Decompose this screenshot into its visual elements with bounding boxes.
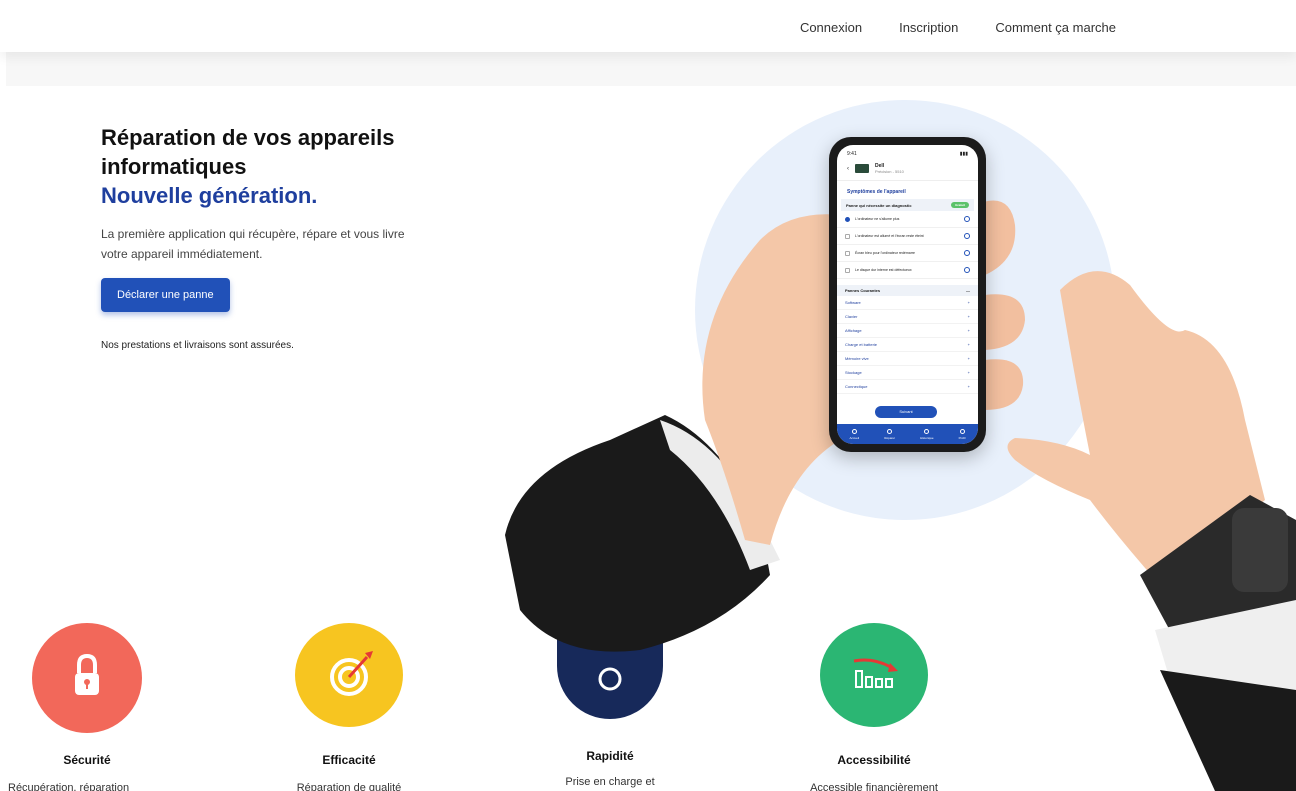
symptom-checkbox[interactable]	[845, 250, 850, 256]
category-item[interactable]: Connectique +	[837, 380, 978, 394]
symptom-item[interactable]: Écran bleu pour l'ordinateur redémarre	[837, 245, 978, 262]
tab-profile[interactable]: Profil	[958, 428, 966, 440]
tab-home[interactable]: Accueil	[849, 428, 860, 440]
tab-label: Réparer	[884, 435, 896, 440]
diagnostic-bar: Panne qui nécessite un diagnostic Gratui…	[841, 199, 974, 211]
symptom-item[interactable]: L'ordinateur est allumé et l'écran reste…	[837, 228, 978, 245]
tab-label: Historique	[920, 435, 934, 440]
category-item[interactable]: Affichage +	[837, 324, 978, 338]
plus-icon: +	[967, 328, 970, 333]
phone-tab-bar: Accueil Réparer Historique Profil	[837, 424, 978, 444]
device-row: ‹ Dell Précision - 5510	[837, 157, 978, 180]
phone-screen: 9:41 ▮▮▮ ‹ Dell Précision - 5510 Symptôm…	[837, 145, 978, 444]
top-navigation: Connexion Inscription Comment ça marche	[0, 0, 1296, 52]
nav-links: Connexion Inscription Comment ça marche	[800, 20, 1116, 35]
collapse-icon[interactable]: —	[966, 288, 970, 293]
plus-icon: +	[967, 300, 970, 305]
symptom-text: Le disque dur interne est défectueux	[855, 268, 912, 272]
symptom-item[interactable]: Le disque dur interne est défectueux	[837, 262, 978, 279]
plus-icon: +	[967, 356, 970, 361]
help-icon[interactable]	[964, 267, 970, 273]
category-item[interactable]: Charge et batterie +	[837, 338, 978, 352]
plus-icon: +	[967, 314, 970, 319]
home-icon	[851, 428, 857, 434]
category-label: Clavier	[845, 314, 858, 319]
symptom-text: L'ordinateur ne s'allume plus	[855, 217, 900, 221]
diagnostic-label: Panne qui nécessite un diagnostic	[846, 202, 912, 208]
tab-repair[interactable]: Réparer	[884, 428, 896, 440]
hands-holding-phone-illustration	[505, 200, 1296, 791]
phone-status-bar: 9:41 ▮▮▮	[837, 145, 978, 157]
category-item[interactable]: Mémoire vive +	[837, 352, 978, 366]
category-item[interactable]: Stockage +	[837, 366, 978, 380]
right-hand-illustration	[1007, 271, 1296, 791]
common-breakdowns-title: Pannes Courantes	[845, 288, 881, 293]
symptoms-section-title: Symptômes de l'appareil	[837, 180, 978, 199]
category-label: Mémoire vive	[845, 356, 869, 361]
help-icon[interactable]	[964, 250, 970, 256]
help-icon[interactable]	[964, 216, 970, 222]
plus-icon: +	[967, 370, 970, 375]
symptom-checkbox[interactable]	[845, 216, 850, 222]
help-icon[interactable]	[964, 233, 970, 239]
category-label: Software	[845, 300, 861, 305]
tab-history[interactable]: Historique	[920, 428, 934, 440]
tab-label: Profil	[958, 435, 966, 440]
nav-link-how-it-works[interactable]: Comment ça marche	[995, 20, 1116, 35]
diagnostic-pill: Gratuit	[951, 202, 969, 208]
symptom-checkbox[interactable]	[845, 233, 850, 239]
signal-battery-icon: ▮▮▮	[959, 151, 968, 157]
category-item[interactable]: Software +	[837, 296, 978, 310]
tab-label: Accueil	[849, 435, 860, 440]
user-icon	[959, 428, 965, 434]
category-label: Charge et batterie	[845, 342, 878, 347]
history-icon	[924, 428, 930, 434]
category-item[interactable]: Clavier +	[837, 310, 978, 324]
category-label: Connectique	[845, 384, 868, 389]
wrench-icon	[887, 428, 893, 434]
plus-icon: +	[967, 384, 970, 389]
next-button[interactable]: Suivant	[875, 406, 937, 418]
symptom-text: Écran bleu pour l'ordinateur redémarre	[855, 251, 916, 255]
device-model: Précision - 5510	[875, 169, 904, 174]
phone-time: 9:41	[847, 151, 857, 157]
nav-link-inscription[interactable]: Inscription	[899, 20, 958, 35]
symptom-text: L'ordinateur est allumé et l'écran reste…	[855, 234, 924, 238]
back-chevron-icon[interactable]: ‹	[847, 166, 849, 172]
device-thumbnail-icon	[855, 164, 869, 173]
category-label: Affichage	[845, 328, 862, 333]
plus-icon: +	[967, 342, 970, 347]
category-label: Stockage	[845, 370, 862, 375]
symptom-checkbox[interactable]	[845, 267, 850, 273]
common-breakdowns-header[interactable]: Pannes Courantes —	[837, 285, 978, 296]
phone-mockup: 9:41 ▮▮▮ ‹ Dell Précision - 5510 Symptôm…	[829, 137, 986, 452]
nav-link-connexion[interactable]: Connexion	[800, 20, 862, 35]
symptom-item[interactable]: L'ordinateur ne s'allume plus	[837, 211, 978, 228]
